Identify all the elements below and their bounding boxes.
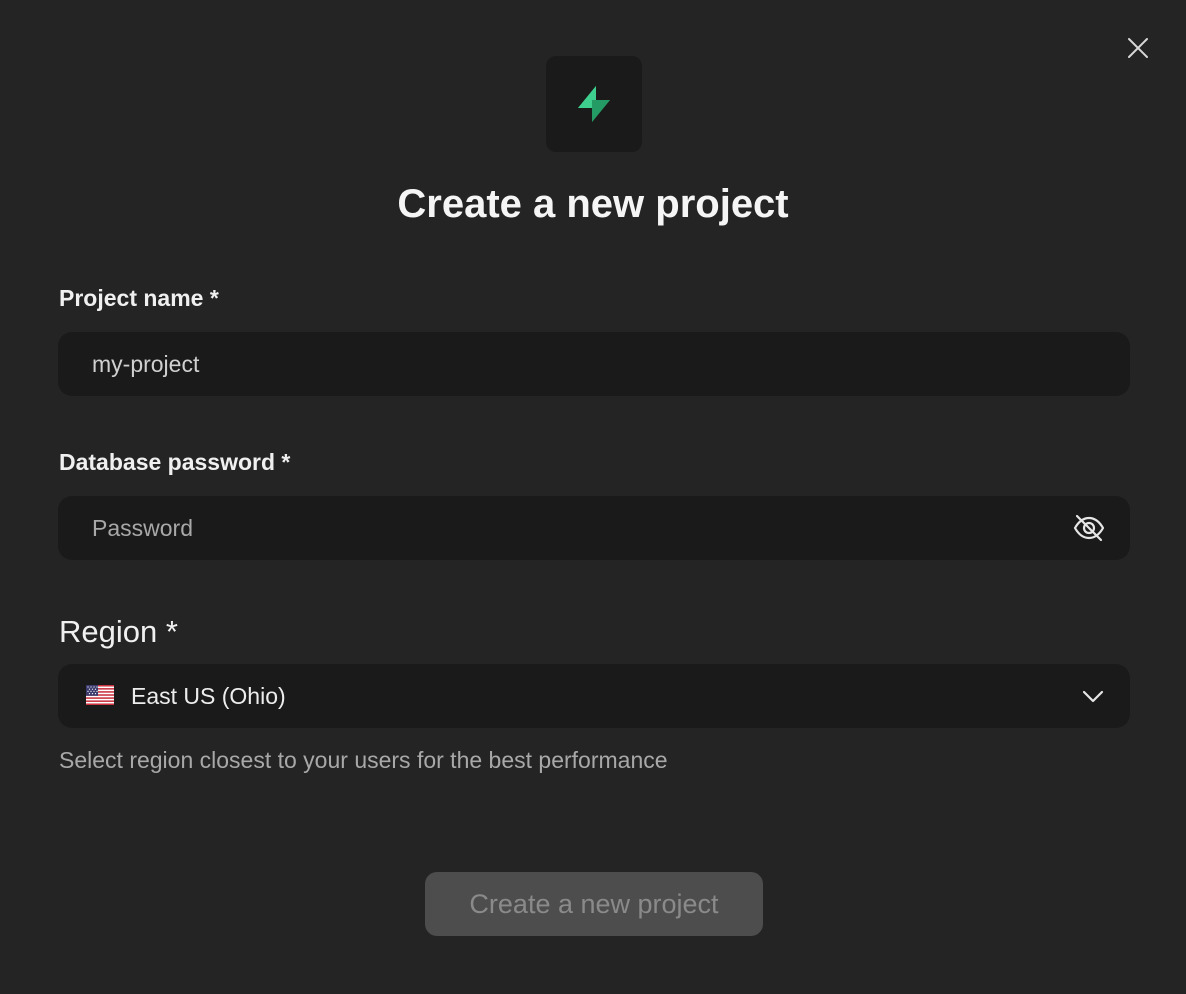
- create-project-dialog: Create a new project Project name * Data…: [0, 0, 1186, 994]
- logo: [546, 56, 642, 152]
- database-password-input[interactable]: [58, 496, 1052, 560]
- toggle-password-visibility-button[interactable]: [1072, 512, 1106, 544]
- project-name-input[interactable]: [58, 332, 1052, 396]
- region-select[interactable]: East US (Ohio): [58, 664, 1130, 728]
- close-icon: [1128, 38, 1148, 58]
- database-password-label: Database password *: [59, 449, 291, 475]
- dialog-title: Create a new project: [397, 182, 789, 226]
- project-name-field-wrapper: [58, 332, 1130, 396]
- eye-off-icon: [1073, 514, 1105, 542]
- region-label: Region *: [59, 614, 178, 649]
- region-selected-value: East US (Ohio): [131, 683, 286, 709]
- database-password-field-wrapper: [58, 496, 1130, 560]
- lightning-bolt-icon: [578, 86, 610, 122]
- create-project-button[interactable]: Create a new project: [425, 872, 763, 936]
- us-flag-icon: [86, 685, 114, 705]
- project-name-label: Project name *: [59, 285, 219, 311]
- chevron-down-icon: [1082, 690, 1104, 703]
- region-helper-text: Select region closest to your users for …: [59, 747, 668, 773]
- close-button[interactable]: [1122, 32, 1154, 64]
